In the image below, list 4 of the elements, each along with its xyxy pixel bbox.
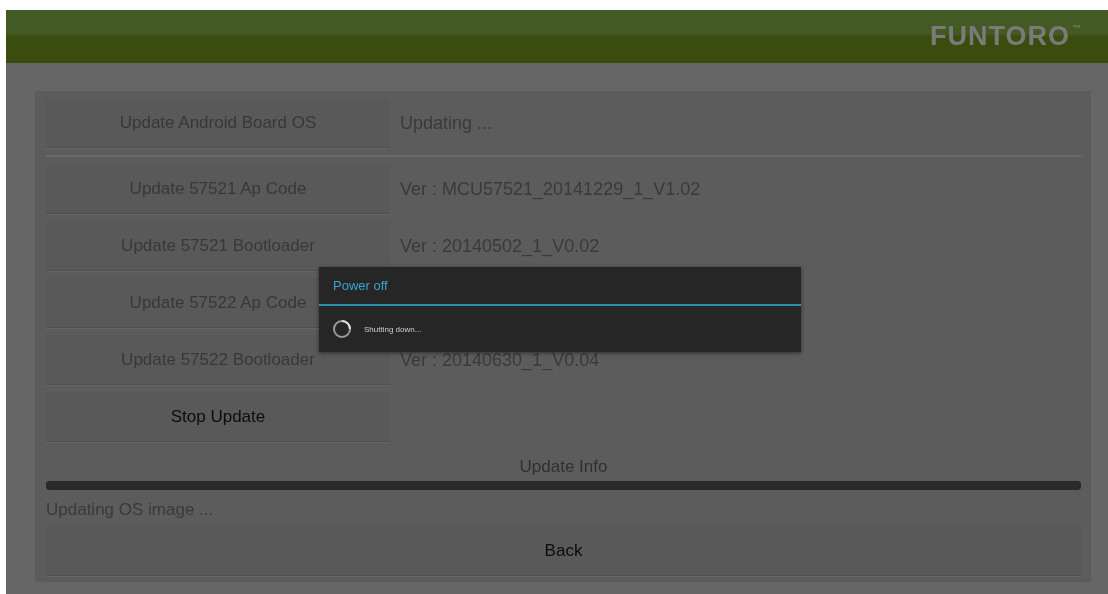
spinner-icon [332,319,352,339]
trademark-mark: ™ [1072,23,1082,33]
brand-logo: FUNTORO™ [930,21,1082,52]
dialog-title: Power off [319,267,801,306]
